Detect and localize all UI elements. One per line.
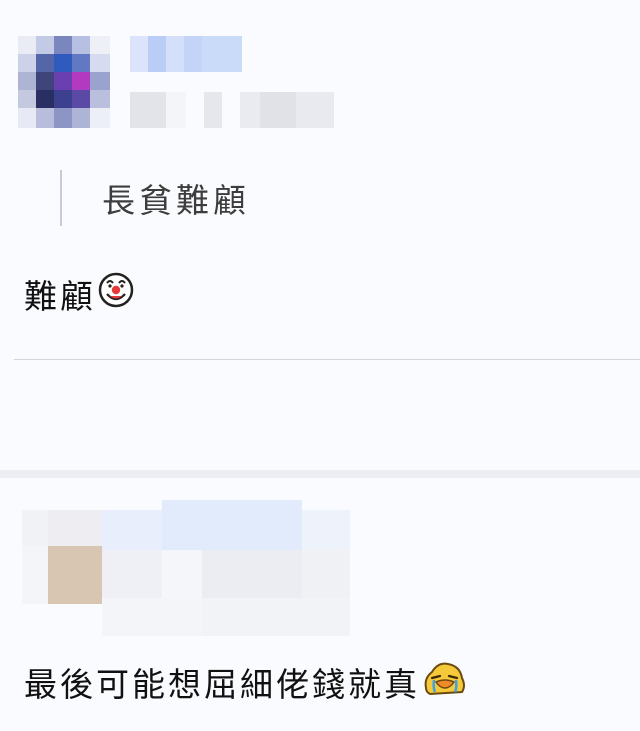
comment-card: 最後可能想屈細佬錢就真 bbox=[0, 478, 640, 731]
comment-body: 難顧 bbox=[24, 277, 96, 316]
divider bbox=[14, 359, 640, 360]
username-blurred[interactable] bbox=[102, 500, 350, 636]
meta-blurred bbox=[130, 92, 334, 128]
crying-duck-icon bbox=[422, 658, 468, 706]
quoted-reply: 長貧難顧 bbox=[60, 170, 250, 226]
separator bbox=[0, 470, 640, 478]
comment-card: 長貧難顧 難顧 bbox=[0, 0, 640, 470]
avatar[interactable] bbox=[18, 36, 110, 128]
comment-text: 最後可能想屈細佬錢就真 bbox=[24, 658, 468, 706]
comment-body: 最後可能想屈細佬錢就真 bbox=[24, 665, 420, 704]
comment-text: 難顧 bbox=[24, 270, 134, 318]
username-blurred[interactable] bbox=[130, 36, 242, 72]
clown-face-icon bbox=[98, 272, 134, 316]
avatar[interactable] bbox=[22, 510, 102, 604]
quote-text: 長貧難顧 bbox=[102, 181, 250, 220]
